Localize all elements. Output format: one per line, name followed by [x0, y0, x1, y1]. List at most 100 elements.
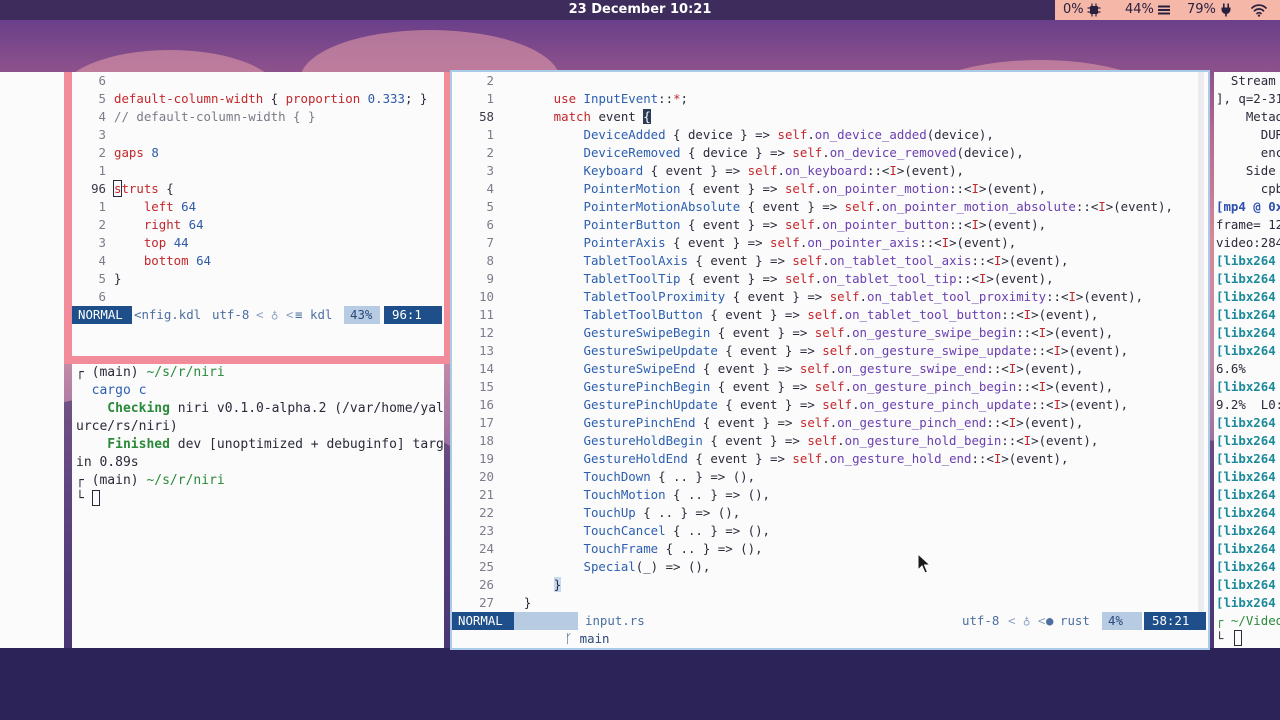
network-indicator[interactable]: [1241, 0, 1280, 20]
terminal-line: [libx264 @: [1216, 378, 1280, 396]
memory-bars-icon: [1157, 3, 1171, 17]
code-token: 64: [196, 253, 211, 268]
code-token: self: [814, 379, 845, 394]
code-token: gaps: [114, 145, 144, 160]
code-line: gaps 8: [114, 144, 159, 162]
terminal-line: [libx264 @: [1216, 504, 1280, 522]
code-token: .: [822, 145, 830, 160]
code-token: { event } =>: [725, 289, 830, 304]
code-token: Side d: [1245, 163, 1276, 178]
file-encoding: utf-8: [962, 613, 1000, 628]
terminal-line: [libx264 @: [1216, 270, 1280, 288]
offscreen-window-left[interactable]: [0, 72, 64, 648]
code-token: {: [643, 109, 651, 124]
code-line: left 64: [114, 198, 196, 216]
code-line: PointerAxis { event } => self.on_pointer…: [494, 234, 1017, 252]
terminal-line: ], q=2-31: [1216, 90, 1280, 108]
code-token: 8: [151, 145, 159, 160]
code-token: on_gesture_swipe_begin: [852, 325, 1017, 340]
code-token: [libx264 @: [1216, 307, 1276, 322]
code-token: ], q=2-31: [1216, 91, 1280, 106]
terminal-line: Finished dev [unoptimized + debuginfo] t…: [76, 436, 444, 454]
mode-indicator: NORMAL: [72, 306, 132, 324]
code-token: { event } =>: [665, 235, 771, 250]
code-token: I: [941, 235, 950, 250]
line-number: 3: [98, 235, 106, 250]
editor-scrollbar[interactable]: [1198, 72, 1204, 612]
code-token: >(event),: [1075, 289, 1144, 304]
code-token: TabletToolAxis: [494, 253, 688, 268]
code-token: { .. } => (),: [665, 487, 771, 502]
code-token: self: [822, 343, 853, 358]
line-number: 8: [486, 253, 494, 268]
code-token: urce/rs/niri): [76, 419, 178, 434]
code-token: TabletToolProximity: [494, 289, 726, 304]
cpu-indicator[interactable]: 0%: [1055, 0, 1117, 20]
code-token: self: [792, 451, 823, 466]
code-line: Special(_) => (),: [494, 558, 711, 576]
code-token: >(event),: [1016, 361, 1084, 376]
code-token: DURA: [1260, 127, 1280, 142]
line-number: 11: [479, 307, 494, 322]
code-token: >(event),: [1001, 451, 1069, 466]
config-editor-window[interactable]: 6 5 default-column-width { proportion 0.33…: [72, 72, 444, 356]
code-token: I: [1053, 397, 1061, 412]
terminal-line: enco: [1216, 144, 1280, 162]
terminal-line: cpb: [1216, 180, 1280, 198]
line-number: 2: [486, 145, 494, 160]
code-token: ::<: [1031, 397, 1054, 412]
code-token: >(event),: [978, 217, 1047, 232]
code-token: [libx264 @: [1216, 379, 1276, 394]
code-token: dev [unoptimized + debuginfo] target(s): [177, 437, 444, 452]
code-token: ::<: [949, 217, 972, 232]
line-number: 96: [91, 181, 106, 196]
code-token: on_gesture_pinch_update: [859, 397, 1032, 412]
cursor-position: 58:21: [1144, 612, 1206, 630]
terminal-line: video:284: [1216, 234, 1280, 252]
code-token: { device } =>: [680, 145, 793, 160]
code-token: TouchDown: [494, 469, 651, 484]
code-token: ┌: [76, 473, 92, 488]
code-token: { .. } => (),: [650, 469, 756, 484]
code-token: on_gesture_swipe_update: [859, 343, 1032, 358]
code-token: video:284: [1216, 235, 1280, 250]
rust-editor-window[interactable]: 21 use InputEvent::*; 58 match event {1 D…: [452, 72, 1208, 648]
code-token: ;: [680, 91, 688, 106]
code-token: InputEvent: [583, 91, 659, 106]
code-token: {: [263, 91, 286, 106]
code-line: TabletToolProximity { event } => self.on…: [494, 288, 1144, 306]
code-token: >(event),: [1046, 325, 1114, 340]
code-token: { event } =>: [695, 415, 800, 430]
line-number: 4: [98, 253, 106, 268]
code-line: PointerButton { event } => self.on_point…: [494, 216, 1047, 234]
terminal-line: └: [76, 490, 92, 508]
code-token: ::: [658, 91, 674, 106]
battery-indicator[interactable]: 79%: [1179, 0, 1241, 20]
memory-value: 44%: [1125, 2, 1154, 17]
code-token: on_gesture_pinch_begin: [852, 379, 1017, 394]
code-line: PointerMotion { event } => self.on_point…: [494, 180, 1047, 198]
code-token: TabletToolTip: [494, 271, 681, 286]
ffmpeg-terminal-window[interactable]: Stream #], q=2-31 Metada DURA enco Side …: [1214, 72, 1280, 648]
file-encoding: utf-8: [212, 307, 250, 322]
code-token: GesturePinchBegin: [494, 379, 711, 394]
code-token: { .. } => (),: [665, 523, 771, 538]
code-token: I: [971, 181, 979, 196]
code-token: ::<: [956, 271, 979, 286]
code-token: on_gesture_hold_begin: [844, 433, 1002, 448]
code-token: frame= 125: [1216, 217, 1280, 232]
code-token: ::<: [919, 235, 942, 250]
code-token: on_tablet_tool_button: [844, 307, 1002, 322]
code-token: [libx264 @: [1216, 541, 1276, 556]
code-token: I: [971, 217, 979, 232]
code-token: 6.6%: [1216, 361, 1246, 376]
terminal-window[interactable]: ┌ (main) ~/s/r/niri cargo c Checking nir…: [72, 364, 444, 648]
line-number: 26: [479, 577, 494, 592]
code-token: use: [494, 91, 584, 106]
line-number: 9: [486, 271, 494, 286]
terminal-line: [libx264 @: [1216, 288, 1280, 306]
memory-indicator[interactable]: 44%: [1117, 0, 1179, 20]
code-token: ~/s/r/niri: [138, 365, 225, 380]
